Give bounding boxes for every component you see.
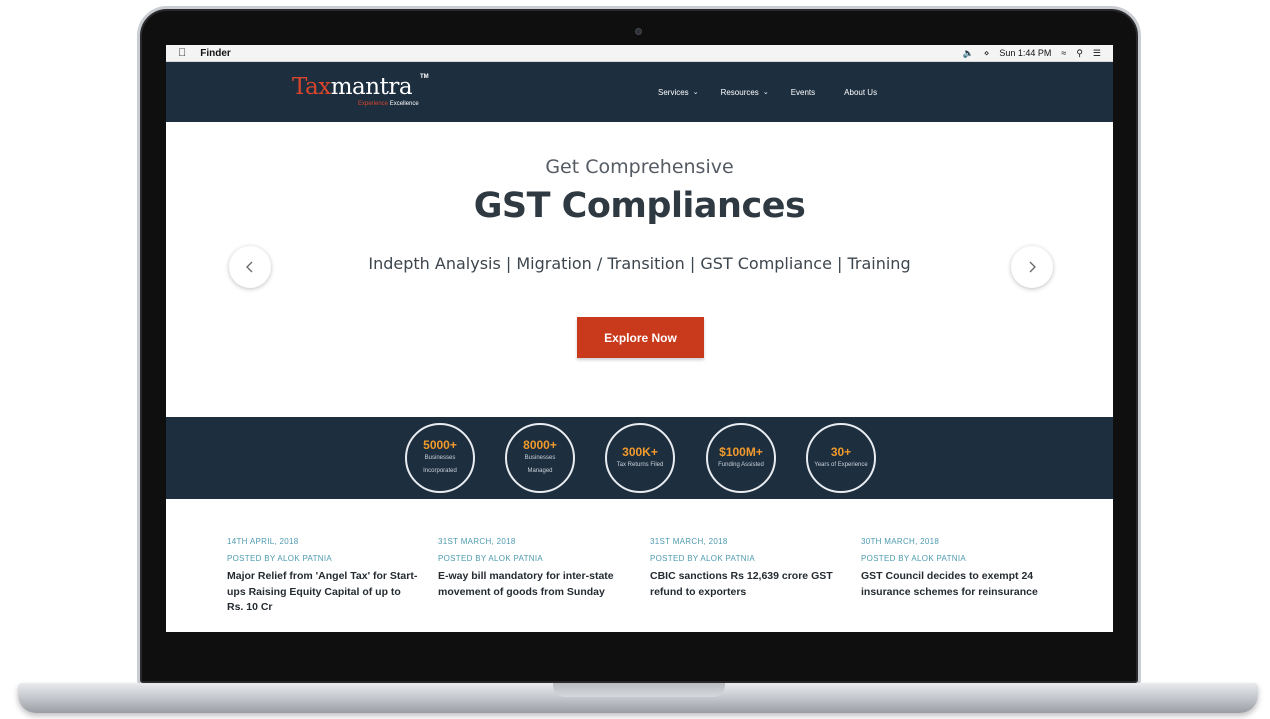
stat-label: Years of Experience bbox=[814, 461, 868, 468]
hero-carousel: Get Comprehensive GST Compliances Indept… bbox=[166, 122, 1113, 417]
stat-value: 300K+ bbox=[622, 444, 658, 459]
nav-about-us-label: About Us bbox=[844, 87, 878, 97]
stat-value: $100M+ bbox=[719, 444, 763, 459]
logo-text-tax: Tax bbox=[292, 74, 331, 100]
stat-label: Businesses Managed bbox=[524, 455, 556, 474]
logo-tagline-excellence: Excellence bbox=[389, 101, 419, 107]
news-title-link[interactable]: Major Relief from 'Angel Tax' for Start-… bbox=[227, 569, 419, 616]
news-item[interactable]: 31ST MARCH, 2018 POSTED BY ALOK PATNIA C… bbox=[650, 537, 842, 600]
news-item[interactable]: 30TH MARCH, 2018 POSTED BY ALOK PATNIA G… bbox=[861, 537, 1053, 600]
news-title-link[interactable]: CBIC sanctions Rs 12,639 crore GST refun… bbox=[650, 569, 842, 600]
news-author[interactable]: POSTED BY ALOK PATNIA bbox=[861, 554, 1053, 564]
chevron-down-icon: ⌄ bbox=[762, 89, 769, 96]
stat-label: Funding Assisted bbox=[718, 461, 764, 468]
menubar-clock[interactable]: Sun 1:44 PM bbox=[999, 48, 1051, 58]
carousel-prev-button[interactable] bbox=[229, 246, 271, 288]
stat-funding-assisted: $100M+ Funding Assisted bbox=[706, 423, 776, 493]
news-section: 14TH APRIL, 2018 POSTED BY ALOK PATNIA M… bbox=[166, 499, 1113, 631]
notification-center-icon[interactable]: ☰ bbox=[1093, 48, 1101, 59]
news-date: 31ST MARCH, 2018 bbox=[438, 537, 516, 546]
camera-icon bbox=[635, 28, 642, 35]
stat-years-of-experience: 30+ Years of Experience bbox=[806, 423, 876, 493]
stat-value: 8000+ bbox=[523, 438, 557, 452]
mac-menubar:  Finder 🔈 ⋄ Sun 1:44 PM ≈ ⚲ ☰ bbox=[166, 45, 1113, 62]
news-title-link[interactable]: E-way bill mandatory for inter-state mov… bbox=[438, 569, 630, 600]
stat-businesses-incorporated: 5000+ Businesses Incorporated bbox=[405, 423, 475, 493]
chevron-down-icon: ⌄ bbox=[692, 89, 699, 96]
stat-value: 5000+ bbox=[423, 438, 457, 452]
nav-services[interactable]: Services ⌄ bbox=[658, 88, 699, 97]
news-author[interactable]: POSTED BY ALOK PATNIA bbox=[227, 554, 419, 564]
stat-label: Businesses Incorporated bbox=[423, 455, 457, 474]
nav-resources-label: Resources bbox=[720, 87, 759, 97]
logo-trademark: TM bbox=[420, 74, 429, 80]
chevron-right-icon bbox=[1029, 261, 1036, 273]
volume-icon[interactable]: 🔈 bbox=[962, 48, 973, 59]
bluetooth-icon[interactable]: ⋄ bbox=[984, 48, 990, 59]
news-author[interactable]: POSTED BY ALOK PATNIA bbox=[438, 554, 630, 564]
logo-tagline-experience: Experience bbox=[358, 101, 389, 107]
hero-subtitle: Get Comprehensive bbox=[545, 156, 734, 178]
laptop-screen:  Finder 🔈 ⋄ Sun 1:44 PM ≈ ⚲ ☰ Taxmantra… bbox=[166, 45, 1113, 632]
apple-icon[interactable]:  bbox=[178, 47, 186, 59]
news-date: 30TH MARCH, 2018 bbox=[861, 537, 940, 546]
nav-services-label: Services bbox=[658, 87, 689, 97]
nav-resources[interactable]: Resources ⌄ bbox=[721, 88, 769, 97]
logo-text-mantra: mantra bbox=[330, 74, 413, 100]
stat-businesses-managed: 8000+ Businesses Managed bbox=[505, 423, 575, 493]
stat-label: Tax Returns Filed bbox=[616, 461, 664, 468]
menubar-app-name[interactable]: Finder bbox=[200, 48, 231, 59]
nav-about-us[interactable]: About Us bbox=[844, 88, 877, 97]
news-date: 31ST MARCH, 2018 bbox=[650, 537, 728, 546]
laptop-base-notch bbox=[553, 683, 725, 697]
wifi-icon[interactable]: ≈ bbox=[1061, 48, 1066, 58]
spotlight-search-icon[interactable]: ⚲ bbox=[1076, 48, 1083, 59]
hero-services-list: Indepth Analysis | Migration / Transitio… bbox=[368, 254, 911, 273]
hero-title: GST Compliances bbox=[473, 186, 806, 226]
stats-band: 5000+ Businesses Incorporated 8000+ Busi… bbox=[166, 417, 1113, 499]
site-header: Taxmantra TM Experience Excellence Servi… bbox=[166, 62, 1113, 122]
main-nav: Services ⌄ Resources ⌄ Events About Us bbox=[658, 62, 877, 122]
news-date: 14TH APRIL, 2018 bbox=[227, 537, 299, 546]
news-title-link[interactable]: GST Council decides to exempt 24 insuran… bbox=[861, 569, 1053, 600]
nav-events[interactable]: Events bbox=[791, 88, 815, 97]
stat-value: 30+ bbox=[830, 444, 852, 459]
taxmantra-logo[interactable]: Taxmantra TM Experience Excellence bbox=[292, 74, 432, 108]
news-item[interactable]: 31ST MARCH, 2018 POSTED BY ALOK PATNIA E… bbox=[438, 537, 630, 600]
news-author[interactable]: POSTED BY ALOK PATNIA bbox=[650, 554, 842, 564]
explore-now-button[interactable]: Explore Now bbox=[577, 317, 704, 358]
logo-tagline: Experience Excellence bbox=[358, 101, 419, 107]
menubar-status-area: 🔈 ⋄ Sun 1:44 PM ≈ ⚲ ☰ bbox=[962, 48, 1101, 59]
news-item[interactable]: 14TH APRIL, 2018 POSTED BY ALOK PATNIA M… bbox=[227, 537, 419, 616]
chevron-left-icon bbox=[246, 261, 253, 273]
nav-events-label: Events bbox=[790, 87, 816, 97]
stat-tax-returns-filed: 300K+ Tax Returns Filed bbox=[605, 423, 675, 493]
carousel-next-button[interactable] bbox=[1011, 246, 1053, 288]
